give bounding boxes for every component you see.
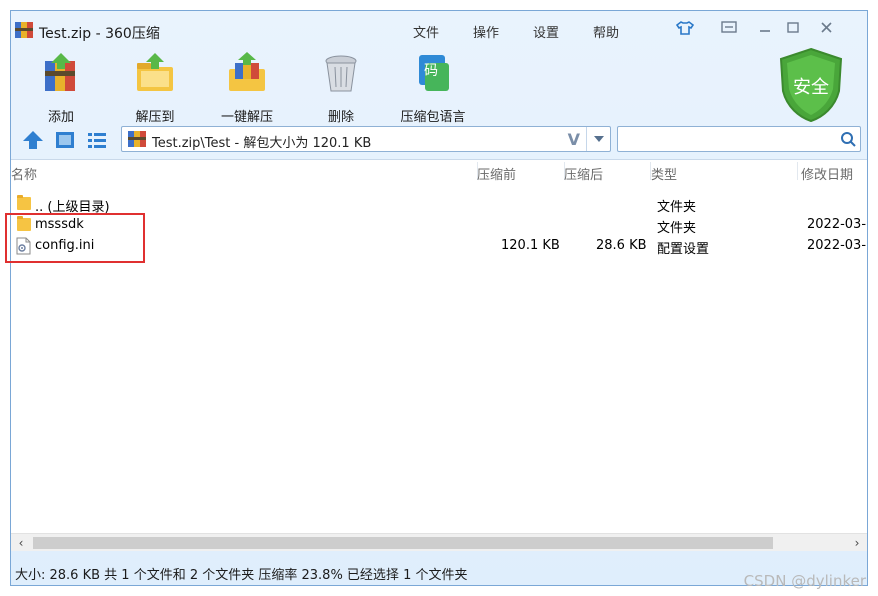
column-header-type[interactable]: 类型: [651, 164, 677, 183]
one-click-extract-button[interactable]: 一键解压: [207, 51, 287, 125]
address-dropdown-button[interactable]: [586, 127, 610, 151]
360zip-logo-icon: [15, 22, 33, 38]
folder-icon: [17, 216, 31, 231]
menu-operation[interactable]: 操作: [473, 22, 499, 41]
skin-shirt-icon[interactable]: [675, 20, 695, 36]
file-list: 名称 压缩前 压缩后 类型 修改日期 .. (上级目录) 文件夹 msssdk …: [5, 159, 867, 533]
svg-text:码: 码: [424, 63, 438, 79]
up-arrow-icon[interactable]: [21, 129, 45, 151]
one-click-extract-icon: [229, 52, 265, 91]
add-archive-icon: [45, 53, 75, 91]
file-row-parent[interactable]: .. (上级目录) 文件夹: [11, 194, 867, 215]
menu-file[interactable]: 文件: [413, 22, 439, 41]
minimize-icon[interactable]: [755, 20, 775, 36]
horizontal-scrollbar[interactable]: ‹ ›: [11, 533, 867, 551]
address-path: Test.zip\Test - 解包大小为 120.1 KB: [152, 136, 372, 151]
file-modified: 2022-03-: [807, 217, 867, 232]
column-header-before[interactable]: 压缩前: [477, 164, 516, 183]
add-label: 添加: [47, 110, 74, 125]
folder-icon: [17, 195, 31, 210]
main-window: Test.zip - 360压缩 文件 操作 设置 帮助 添加 解压到 一键解压…: [5, 10, 868, 586]
file-type: 文件夹: [657, 200, 697, 215]
thumbnail-view-icon[interactable]: [53, 129, 77, 151]
file-row-config-ini[interactable]: config.ini 120.1 KB 28.6 KB 配置设置 2022-03…: [11, 236, 867, 257]
delete-label: 删除: [327, 110, 354, 125]
menu-help[interactable]: 帮助: [593, 22, 619, 41]
file-name: config.ini: [35, 238, 95, 253]
one-click-extract-label: 一键解压: [220, 110, 273, 125]
scroll-left-icon[interactable]: ‹: [13, 536, 29, 550]
file-type: 文件夹: [657, 221, 697, 236]
search-input[interactable]: [617, 126, 861, 152]
compress-language-button[interactable]: 码 压缩包语言: [393, 51, 473, 125]
file-size-before: 120.1 KB: [501, 238, 560, 253]
column-header-name[interactable]: 名称: [11, 164, 37, 183]
file-type: 配置设置: [657, 242, 710, 257]
security-shield-icon[interactable]: 安全: [777, 47, 845, 123]
extract-folder-icon: [137, 53, 173, 91]
feedback-icon[interactable]: [719, 20, 739, 36]
csdn-watermark: CSDN @dylinker: [743, 572, 866, 590]
status-text: 大小: 28.6 KB 共 1 个文件和 2 个文件夹 压缩率 23.8% 已经…: [15, 568, 468, 583]
address-bar[interactable]: Test.zip\Test - 解包大小为 120.1 KB V: [121, 126, 611, 152]
file-name: msssdk: [35, 217, 84, 232]
column-header-after[interactable]: 压缩后: [564, 164, 603, 183]
column-header-modified[interactable]: 修改日期: [801, 164, 853, 183]
scroll-right-icon[interactable]: ›: [849, 536, 865, 550]
search-icon[interactable]: [840, 131, 856, 147]
scrollbar-thumb[interactable]: [33, 537, 773, 549]
file-row-msssdk[interactable]: msssdk 文件夹 2022-03-: [11, 215, 867, 236]
archive-icon: [128, 131, 146, 147]
column-divider[interactable]: [797, 162, 798, 180]
list-view-icon[interactable]: [85, 129, 109, 151]
compress-language-label: 压缩包语言: [400, 110, 466, 125]
maximize-icon[interactable]: [783, 20, 803, 36]
file-modified: 2022-03-: [807, 238, 867, 253]
extract-to-label: 解压到: [135, 110, 175, 125]
add-button[interactable]: 添加: [21, 51, 101, 125]
delete-button[interactable]: 删除: [301, 51, 381, 125]
title-bar: Test.zip - 360压缩 文件 操作 设置 帮助: [11, 11, 867, 43]
menu-settings[interactable]: 设置: [533, 22, 559, 41]
window-title: Test.zip - 360压缩: [39, 26, 160, 42]
file-size-after: 28.6 KB: [596, 238, 647, 253]
address-v-marker: V: [567, 130, 580, 149]
ini-file-icon: [16, 237, 31, 255]
file-name: .. (上级目录): [35, 200, 110, 215]
close-icon[interactable]: [817, 20, 837, 36]
code-language-icon: 码: [419, 55, 449, 91]
status-bar: 大小: 28.6 KB 共 1 个文件和 2 个文件夹 压缩率 23.8% 已经…: [11, 557, 867, 585]
extract-to-button[interactable]: 解压到: [115, 51, 195, 125]
security-badge-label: 安全: [793, 77, 829, 98]
trash-bin-icon: [325, 55, 357, 92]
